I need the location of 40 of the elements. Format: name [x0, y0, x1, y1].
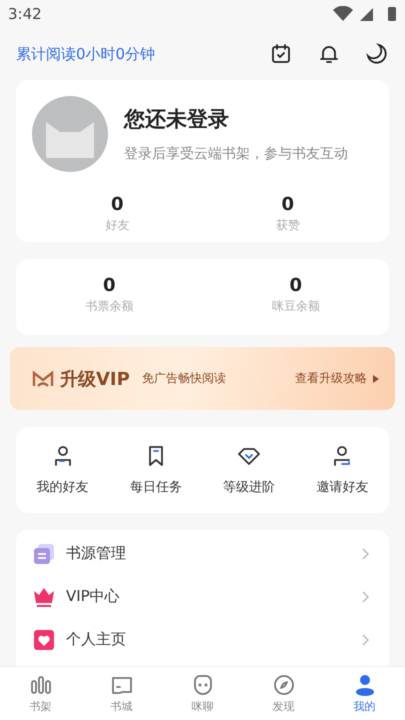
stat-value: 0 — [110, 194, 124, 215]
menu-item[interactable]: 个人主页 — [16, 618, 389, 661]
nav-tab[interactable]: 发现 — [243, 667, 324, 720]
stat-value: 0 — [281, 194, 294, 215]
vip-tagline: 免广告畅快阅读 — [142, 370, 227, 387]
status-time: 3:42 — [8, 5, 42, 23]
chevron-icon — [361, 548, 369, 560]
play-icon — [373, 374, 379, 382]
stat-label: 获赞 — [276, 217, 300, 234]
balance-label: 书票余额 — [85, 298, 134, 315]
menu-item[interactable]: VIP中心 — [16, 575, 389, 618]
chevron-icon — [361, 634, 369, 646]
wifi-icon — [333, 6, 353, 21]
chevron-icon — [361, 590, 369, 602]
compass-icon — [272, 673, 296, 697]
shortcut-button[interactable]: 邀请好友 — [296, 444, 389, 496]
shortcut-button[interactable]: 等级进阶 — [202, 444, 296, 496]
balance-value: 0 — [289, 275, 302, 296]
upgrade-guide-link[interactable]: 查看升级攻略 — [295, 370, 379, 387]
battery-icon — [388, 7, 396, 21]
nav-tab[interactable]: 书架 — [0, 667, 81, 720]
reading-time: 累计阅读0小时0分钟 — [16, 44, 156, 64]
vip-banner[interactable]: 升级VIP 免广告畅快阅读 查看升级攻略 — [10, 347, 395, 410]
login-subtitle: 登录后享受云端书架，参与书友互动 — [124, 145, 348, 163]
menu-item[interactable]: 书源管理 — [16, 532, 389, 575]
moon-icon[interactable] — [365, 42, 389, 66]
balance-value: 0 — [102, 275, 116, 296]
signal-icon — [360, 8, 373, 21]
balance-label: 咪豆余额 — [272, 298, 320, 315]
nav-tab[interactable]: 书城 — [81, 667, 162, 720]
nav-tab[interactable]: 我的 — [324, 667, 405, 720]
shortcut-button[interactable]: 每日任务 — [109, 444, 202, 496]
vip-title: 升级VIP — [60, 368, 130, 390]
shortcut-button[interactable]: 我的好友 — [16, 444, 110, 496]
stat-label: 好友 — [105, 217, 130, 234]
layers-icon — [32, 542, 56, 566]
bars-icon — [28, 673, 52, 697]
login-title[interactable]: 您还未登录 — [124, 105, 348, 133]
nav-tab[interactable]: 咪聊 — [162, 667, 243, 720]
calendar-icon[interactable] — [269, 42, 293, 66]
